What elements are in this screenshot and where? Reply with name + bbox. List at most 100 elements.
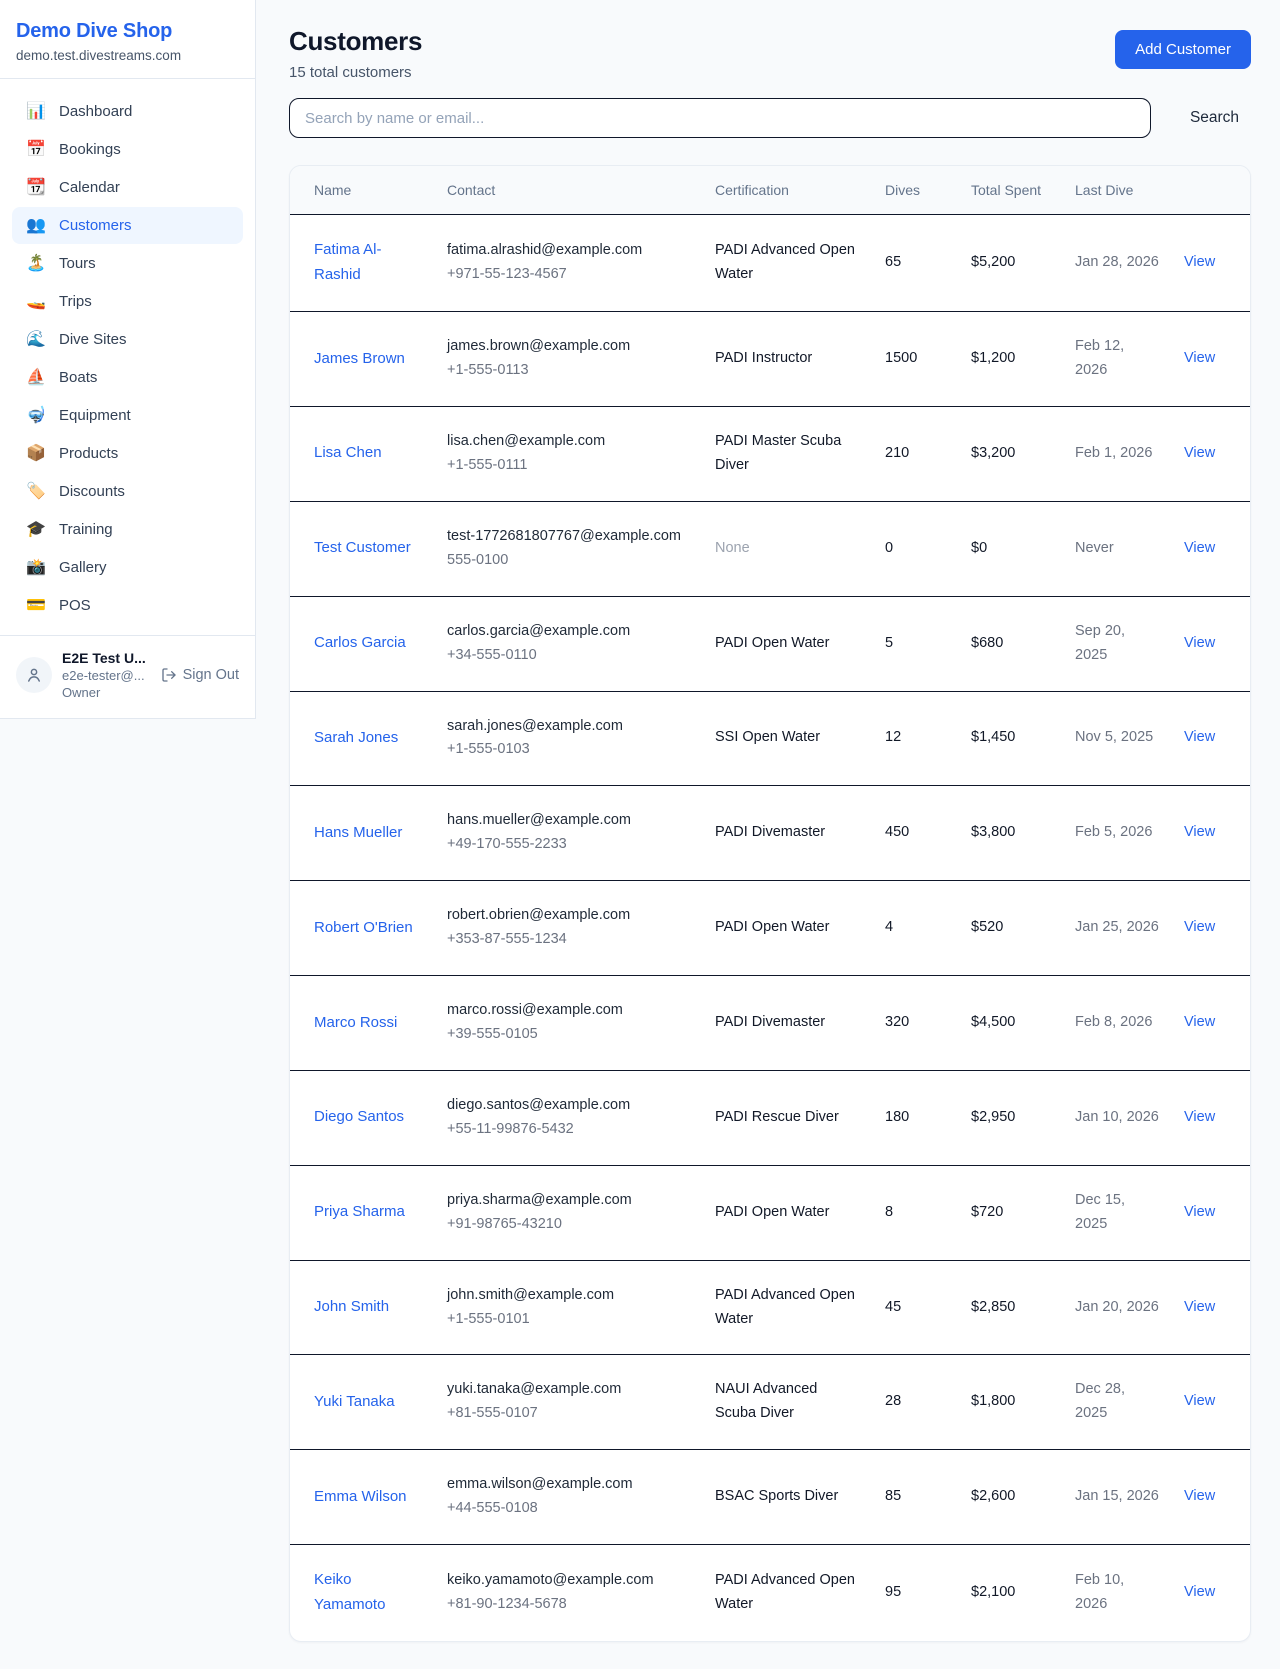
customer-certification: PADI Divemaster	[703, 786, 873, 881]
customer-email: carlos.garcia@example.com	[447, 620, 691, 644]
sidebar-item-label: Customers	[59, 217, 132, 234]
customer-name-link-lisa-chen[interactable]: Lisa Chen	[314, 444, 382, 461]
customer-certification: PADI Advanced Open Water	[703, 215, 873, 312]
column-header-name: Name	[290, 166, 435, 215]
customer-phone: 555-0100	[447, 549, 691, 573]
view-link-marco-rossi[interactable]: View	[1184, 1014, 1215, 1030]
sidebar-item-gallery[interactable]: 📸 Gallery	[12, 549, 243, 586]
sidebar-item-icon-trips: 🚤	[26, 294, 46, 310]
sidebar-item-bookings[interactable]: 📅 Bookings	[12, 131, 243, 168]
customer-email: fatima.alrashid@example.com	[447, 239, 691, 263]
customer-name-link-diego-santos[interactable]: Diego Santos	[314, 1108, 404, 1125]
sidebar-item-training[interactable]: 🎓 Training	[12, 511, 243, 548]
table-row-priya-sharma: Priya Sharma priya.sharma@example.com +9…	[290, 1165, 1250, 1260]
customer-last-dive: Jan 10, 2026	[1063, 1070, 1172, 1165]
view-link-priya-sharma[interactable]: View	[1184, 1204, 1215, 1220]
view-link-carlos-garcia[interactable]: View	[1184, 635, 1215, 651]
customer-name-link-hans-mueller[interactable]: Hans Mueller	[314, 824, 402, 841]
column-header-total-spent: Total Spent	[959, 166, 1063, 215]
customer-total-spent: $2,600	[959, 1450, 1063, 1545]
sidebar-item-icon-tours: 🏝️	[26, 256, 46, 272]
sidebar-item-calendar[interactable]: 📆 Calendar	[12, 169, 243, 206]
customer-name-link-test-customer[interactable]: Test Customer	[314, 539, 411, 556]
sidebar-item-icon-equipment: 🤿	[26, 408, 46, 424]
customer-last-dive: Dec 28, 2025	[1063, 1355, 1172, 1450]
customer-total-spent: $680	[959, 596, 1063, 691]
customer-name-link-emma-wilson[interactable]: Emma Wilson	[314, 1488, 407, 1505]
sidebar-item-discounts[interactable]: 🏷️ Discounts	[12, 473, 243, 510]
customer-phone: +39-555-0105	[447, 1023, 691, 1047]
customer-certification: PADI Open Water	[703, 1165, 873, 1260]
sidebar-item-tours[interactable]: 🏝️ Tours	[12, 245, 243, 282]
customer-dives: 45	[873, 1260, 959, 1355]
column-header-certification: Certification	[703, 166, 873, 215]
sidebar-item-label: Training	[59, 521, 113, 538]
view-link-john-smith[interactable]: View	[1184, 1299, 1215, 1315]
customer-name-link-sarah-jones[interactable]: Sarah Jones	[314, 729, 398, 746]
user-name: E2E Test U...	[62, 650, 151, 666]
view-link-robert-o-brien[interactable]: View	[1184, 919, 1215, 935]
customer-last-dive: Feb 12, 2026	[1063, 312, 1172, 407]
customer-name-link-james-brown[interactable]: James Brown	[314, 350, 405, 367]
customer-email: robert.obrien@example.com	[447, 904, 691, 928]
customer-last-dive: Jan 25, 2026	[1063, 881, 1172, 976]
sidebar-item-dive-sites[interactable]: 🌊 Dive Sites	[12, 321, 243, 358]
user-role: Owner	[62, 685, 151, 700]
view-link-sarah-jones[interactable]: View	[1184, 729, 1215, 745]
customer-name-link-robert-o-brien[interactable]: Robert O'Brien	[314, 919, 413, 936]
sidebar-item-label: Equipment	[59, 407, 131, 424]
sidebar-item-icon-discounts: 🏷️	[26, 484, 46, 500]
column-header-last-dive: Last Dive	[1063, 166, 1172, 215]
customer-certification: PADI Master Scuba Diver	[703, 406, 873, 501]
view-link-hans-mueller[interactable]: View	[1184, 824, 1215, 840]
customer-dives: 95	[873, 1545, 959, 1641]
view-link-fatima-al-rashid[interactable]: View	[1184, 254, 1215, 270]
user-icon	[25, 666, 43, 684]
sidebar-item-icon-bookings: 📅	[26, 142, 46, 158]
search-button[interactable]: Search	[1178, 101, 1251, 135]
customer-total-spent: $3,800	[959, 786, 1063, 881]
customer-name-link-keiko-yamamoto[interactable]: Keiko Yamamoto	[314, 1571, 385, 1613]
view-link-emma-wilson[interactable]: View	[1184, 1488, 1215, 1504]
add-customer-button[interactable]: Add Customer	[1115, 30, 1251, 69]
customer-certification: PADI Open Water	[703, 596, 873, 691]
sign-out-label: Sign Out	[183, 667, 239, 683]
sidebar-item-boats[interactable]: ⛵ Boats	[12, 359, 243, 396]
customer-last-dive: Feb 5, 2026	[1063, 786, 1172, 881]
search-row: Search	[289, 98, 1251, 138]
customer-name-link-carlos-garcia[interactable]: Carlos Garcia	[314, 634, 406, 651]
customer-total-spent: $1,800	[959, 1355, 1063, 1450]
view-link-diego-santos[interactable]: View	[1184, 1109, 1215, 1125]
view-link-lisa-chen[interactable]: View	[1184, 445, 1215, 461]
sidebar-item-products[interactable]: 📦 Products	[12, 435, 243, 472]
customer-name-link-marco-rossi[interactable]: Marco Rossi	[314, 1014, 397, 1031]
sidebar-item-label: Dashboard	[59, 103, 132, 120]
table-row-hans-mueller: Hans Mueller hans.mueller@example.com +4…	[290, 786, 1250, 881]
sidebar-item-customers[interactable]: 👥 Customers	[12, 207, 243, 244]
view-link-test-customer[interactable]: View	[1184, 540, 1215, 556]
search-input[interactable]	[289, 98, 1151, 138]
customer-name-link-fatima-al-rashid[interactable]: Fatima Al-Rashid	[314, 241, 382, 283]
sign-out-button[interactable]: Sign Out	[161, 667, 239, 683]
customer-last-dive: Feb 8, 2026	[1063, 976, 1172, 1071]
sidebar-item-trips[interactable]: 🚤 Trips	[12, 283, 243, 320]
customer-total-spent: $2,950	[959, 1070, 1063, 1165]
view-link-keiko-yamamoto[interactable]: View	[1184, 1584, 1215, 1600]
sidebar-item-label: Tours	[59, 255, 96, 272]
shop-name[interactable]: Demo Dive Shop	[16, 20, 239, 43]
customer-name-link-priya-sharma[interactable]: Priya Sharma	[314, 1203, 405, 1220]
view-link-yuki-tanaka[interactable]: View	[1184, 1393, 1215, 1409]
table-row-diego-santos: Diego Santos diego.santos@example.com +5…	[290, 1070, 1250, 1165]
customer-dives: 5	[873, 596, 959, 691]
sidebar-item-pos[interactable]: 💳 POS	[12, 587, 243, 624]
customer-name-link-john-smith[interactable]: John Smith	[314, 1298, 389, 1315]
sidebar-item-dashboard[interactable]: 📊 Dashboard	[12, 93, 243, 130]
customer-total-spent: $1,200	[959, 312, 1063, 407]
customer-name-link-yuki-tanaka[interactable]: Yuki Tanaka	[314, 1393, 395, 1410]
view-link-james-brown[interactable]: View	[1184, 350, 1215, 366]
customer-phone: +1-555-0103	[447, 738, 691, 762]
customer-phone: +81-555-0107	[447, 1402, 691, 1426]
customer-dives: 210	[873, 406, 959, 501]
customer-last-dive: Nov 5, 2025	[1063, 691, 1172, 786]
sidebar-item-equipment[interactable]: 🤿 Equipment	[12, 397, 243, 434]
